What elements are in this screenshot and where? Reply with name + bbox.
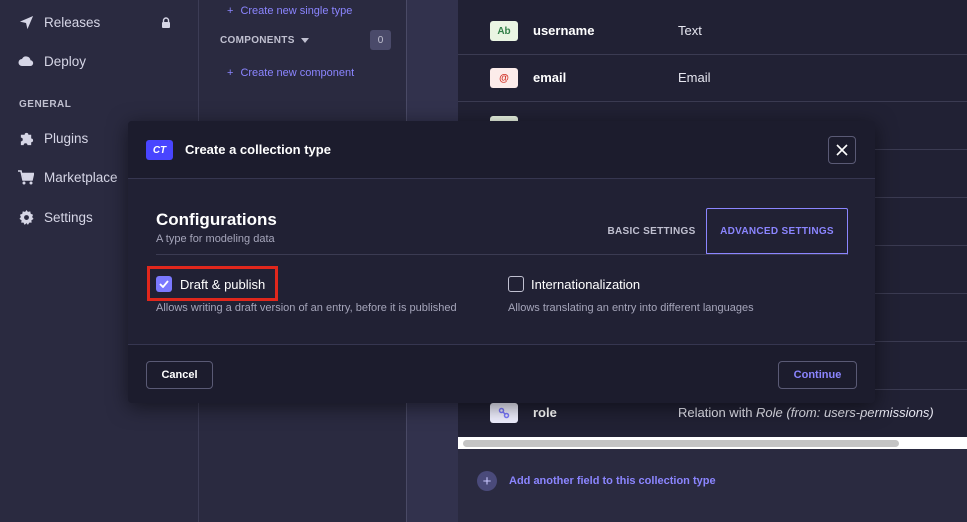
draft-publish-hint: Allows writing a draft version of an ent…: [156, 302, 457, 314]
field-type: Text: [678, 23, 702, 38]
nav-item-plugins[interactable]: Plugins: [18, 127, 88, 149]
caret-down-icon: [300, 38, 309, 43]
nav-item-deploy[interactable]: Deploy: [18, 50, 86, 72]
add-field-label: Add another field to this collection typ…: [509, 475, 716, 487]
create-single-type-link[interactable]: + Create new single type: [227, 5, 352, 17]
create-component-link[interactable]: + Create new component: [227, 67, 354, 79]
divider: [156, 254, 847, 255]
internationalization-label[interactable]: Internationalization: [531, 277, 640, 292]
field-name: role: [533, 405, 557, 420]
close-icon: [836, 144, 848, 156]
nav-item-label: Plugins: [44, 130, 89, 146]
modal-header: CT Create a collection type: [128, 121, 875, 179]
email-field-icon: @: [490, 68, 518, 88]
relation-field-icon: [490, 403, 518, 423]
table-row[interactable]: Ab username Text: [458, 7, 967, 55]
tab-basic-settings[interactable]: BASIC SETTINGS: [598, 208, 705, 255]
nav-item-settings[interactable]: Settings: [18, 206, 93, 228]
field-type: Email: [678, 70, 711, 85]
table-row[interactable]: @ email Email: [458, 54, 967, 102]
configurations-subtitle: A type for modeling data: [156, 233, 275, 245]
add-field-row[interactable]: + Add another field to this collection t…: [458, 449, 967, 522]
internationalization-checkbox[interactable]: [508, 276, 524, 292]
field-name: username: [533, 23, 595, 38]
components-count-badge: 0: [370, 30, 391, 50]
cloud-icon: [18, 53, 34, 69]
nav-section-general: GENERAL: [19, 99, 72, 110]
nav-item-label: Marketplace: [44, 169, 118, 185]
close-button[interactable]: [828, 136, 856, 164]
paper-plane-icon: [18, 14, 34, 30]
cart-icon: [18, 169, 34, 185]
components-heading[interactable]: COMPONENTS: [220, 35, 309, 46]
plus-circle-icon: +: [477, 471, 497, 491]
nav-item-label: Settings: [44, 209, 93, 225]
nav-item-marketplace[interactable]: Marketplace: [18, 166, 118, 188]
modal-title: Create a collection type: [185, 142, 331, 157]
configurations-title: Configurations: [156, 210, 277, 229]
collection-type-badge: CT: [146, 140, 173, 160]
text-field-icon: Ab: [490, 21, 518, 41]
create-collection-type-modal: CT Create a collection type Configuratio…: [128, 121, 875, 403]
cancel-button[interactable]: Cancel: [146, 361, 213, 389]
nav-item-label: Deploy: [44, 53, 87, 69]
nav-item-label: Releases: [44, 14, 101, 30]
highlight-box: [147, 266, 278, 301]
puzzle-icon: [18, 130, 34, 146]
continue-button[interactable]: Continue: [778, 361, 857, 389]
field-name: email: [533, 70, 567, 85]
lock-icon: [160, 16, 172, 34]
plus-icon: +: [227, 5, 234, 17]
scrollbar-thumb[interactable]: [463, 440, 899, 447]
modal-footer: Cancel Continue: [128, 344, 875, 403]
tab-advanced-settings[interactable]: ADVANCED SETTINGS: [706, 208, 848, 255]
internationalization-hint: Allows translating an entry into differe…: [508, 302, 754, 314]
gear-icon: [18, 209, 34, 225]
field-type: Relation with Role (from: users-permissi…: [678, 405, 934, 420]
plus-icon: +: [227, 67, 234, 79]
nav-item-releases[interactable]: Releases: [18, 11, 100, 33]
